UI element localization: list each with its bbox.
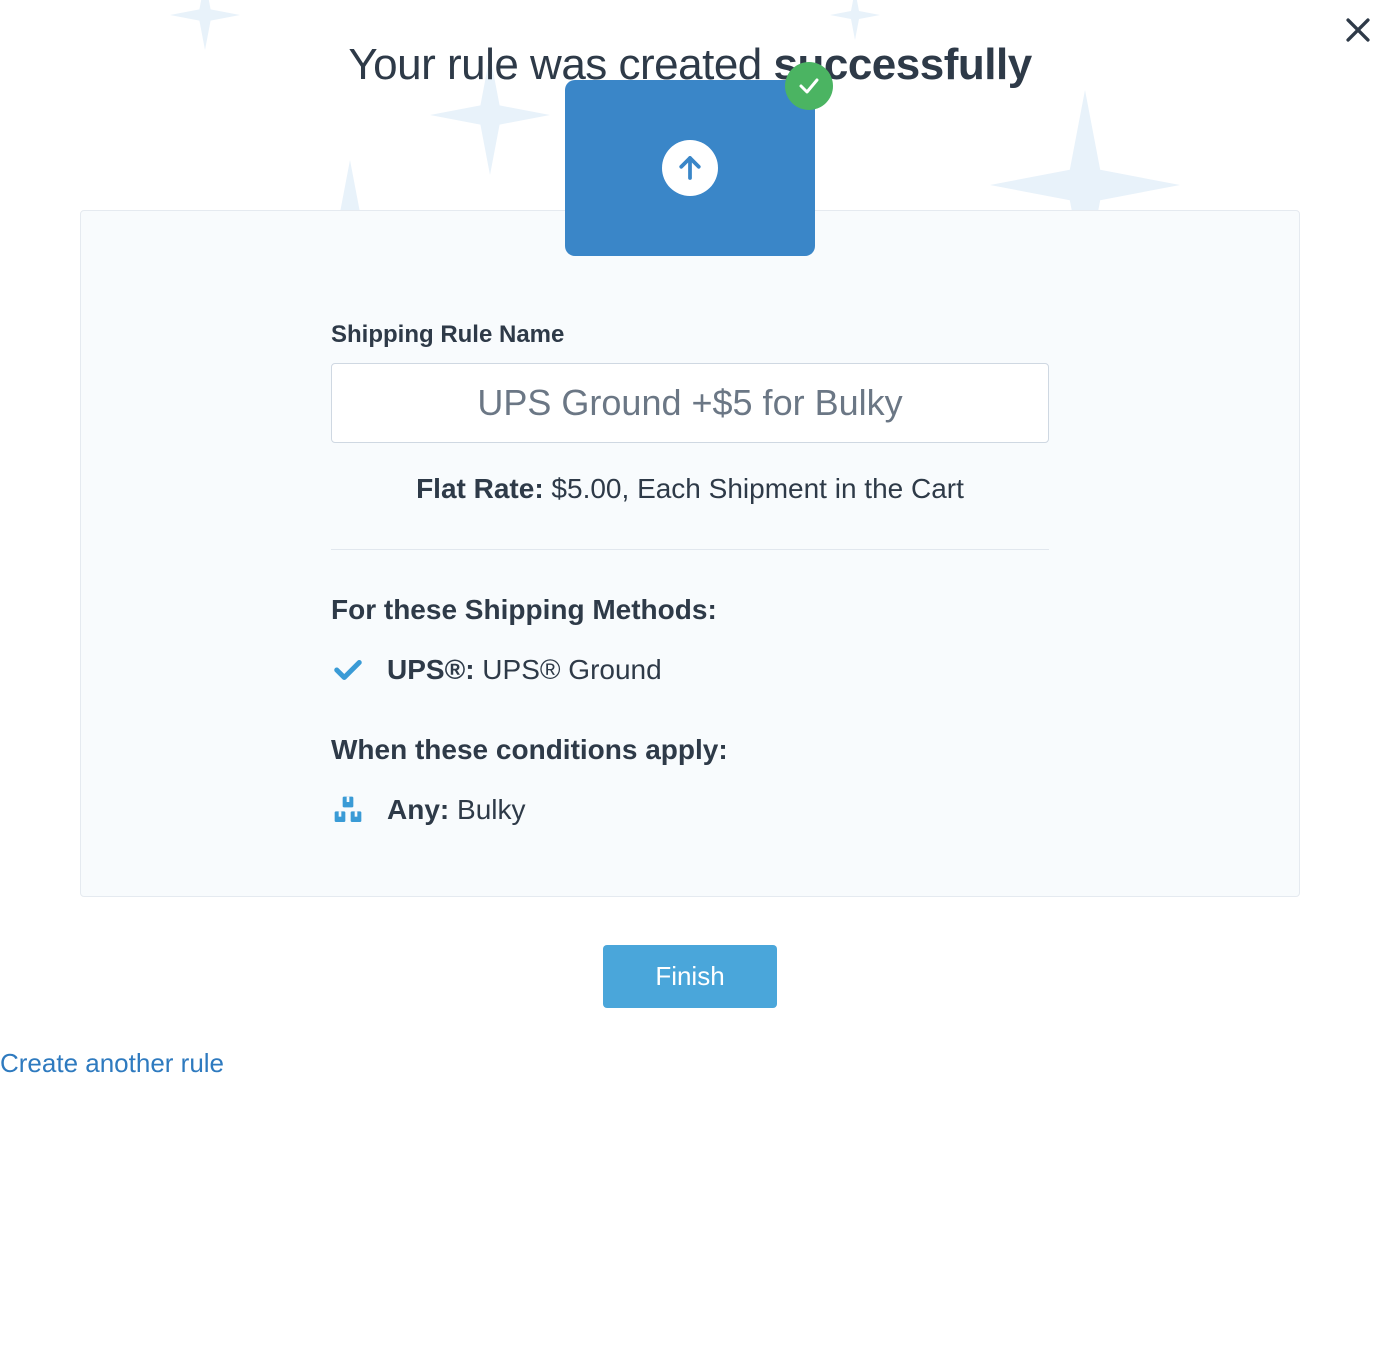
rule-name-input[interactable]	[331, 363, 1049, 443]
methods-heading: For these Shipping Methods:	[331, 594, 1049, 626]
divider	[331, 549, 1049, 550]
rate-summary: Flat Rate: $5.00, Each Shipment in the C…	[331, 473, 1049, 505]
rule-name-label: Shipping Rule Name	[331, 321, 1049, 349]
carrier-value: UPS® Ground	[475, 654, 662, 685]
carrier-label: UPS®:	[387, 654, 475, 685]
check-icon	[331, 655, 365, 685]
summary-card: Shipping Rule Name Flat Rate: $5.00, Eac…	[80, 210, 1300, 897]
check-circle-icon	[785, 62, 833, 110]
condition-mode-value: Bulky	[449, 794, 525, 825]
arrow-up-icon	[662, 140, 718, 196]
create-another-link[interactable]: Create another rule	[0, 1048, 224, 1079]
condition-mode-label: Any:	[387, 794, 449, 825]
condition-row: Any: Bulky	[331, 794, 1049, 826]
success-hero-badge	[565, 80, 815, 256]
conditions-heading: When these conditions apply:	[331, 734, 1049, 766]
rate-value: $5.00, Each Shipment in the Cart	[544, 473, 964, 504]
shipping-method-row: UPS®: UPS® Ground	[331, 654, 1049, 686]
rate-label: Flat Rate:	[416, 473, 544, 504]
finish-button[interactable]: Finish	[603, 945, 776, 1008]
boxes-icon	[331, 794, 365, 826]
